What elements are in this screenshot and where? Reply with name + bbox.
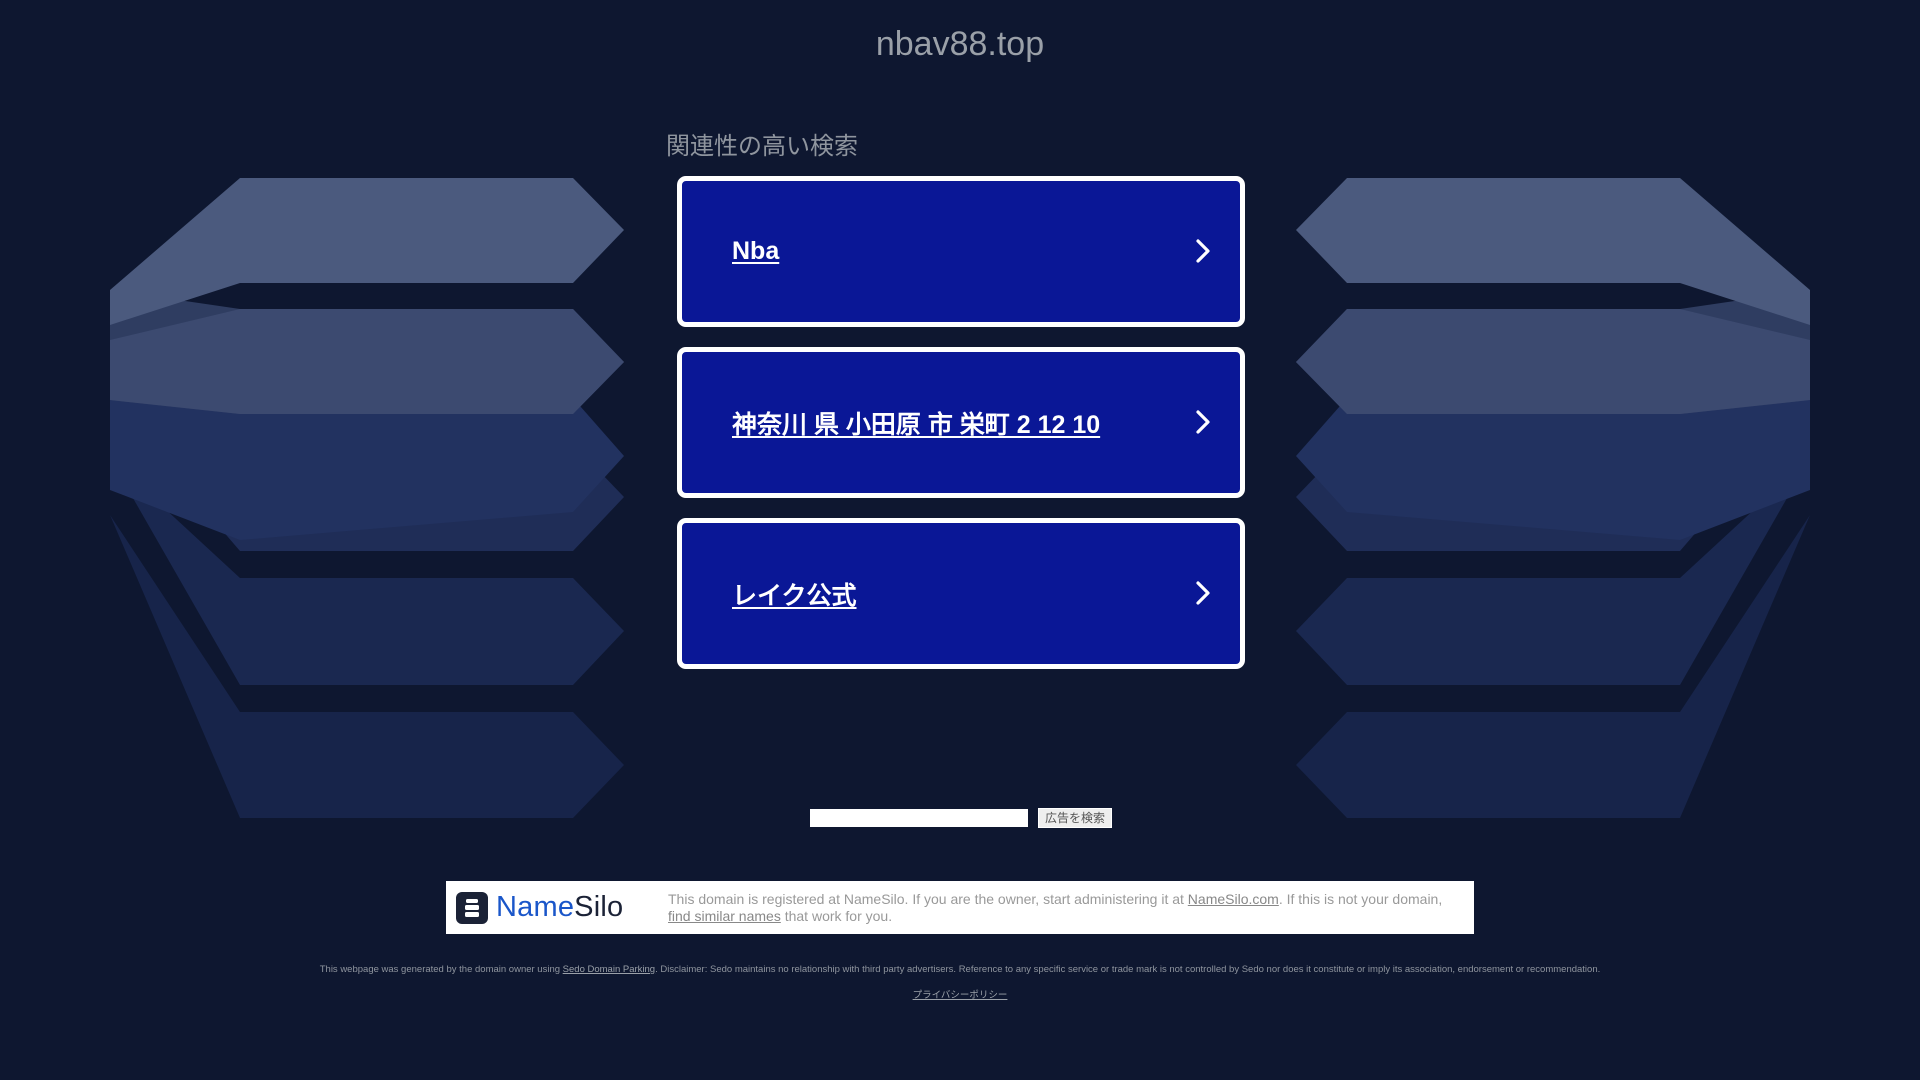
related-search-card-3[interactable]: レイク公式 [677, 518, 1245, 669]
namesilo-link[interactable]: NameSilo.com [1188, 891, 1279, 907]
ad-search-bar: 広告を検索 [810, 808, 1113, 828]
ad-search-button[interactable]: 広告を検索 [1038, 808, 1113, 828]
namesilo-logo[interactable]: NameSilo [456, 891, 656, 924]
namesilo-banner: NameSilo This domain is registered at Na… [446, 881, 1474, 934]
sedo-parking-link[interactable]: Sedo Domain Parking [563, 964, 655, 975]
left-decoration [110, 178, 624, 818]
related-searches-heading: 関連性の高い検索 [666, 133, 858, 160]
namesilo-logo-icon [456, 891, 488, 924]
namesilo-text-mid: . If this is not your domain, [1278, 890, 1443, 907]
related-search-link[interactable]: レイク公式 [732, 523, 857, 664]
disclaimer: This webpage was generated by the domain… [0, 964, 1920, 976]
logo-name-part: Name [496, 891, 575, 923]
related-search-link[interactable]: Nba [732, 181, 779, 322]
disclaimer-after: . Disclaimer: Sedo maintains no relation… [655, 964, 1601, 975]
related-search-list: Nba 神奈川 県 小田原 市 栄町 2 12 10 レイク公式 [677, 176, 1245, 689]
logo-silo-part: Silo [574, 891, 624, 923]
right-decoration [1296, 178, 1810, 818]
namesilo-message: This domain is registered at NameSilo. I… [668, 891, 1468, 925]
chevron-right-icon [1196, 410, 1210, 434]
privacy-policy-link[interactable]: プライバシーポリシー [913, 990, 1008, 1001]
namesilo-text-before: This domain is registered at NameSilo. I… [668, 890, 1188, 907]
namesilo-text-after: that work for you. [780, 907, 893, 924]
related-search-card-1[interactable]: Nba [677, 176, 1245, 327]
find-similar-names-link[interactable]: find similar names [668, 908, 781, 924]
related-search-card-2[interactable]: 神奈川 県 小田原 市 栄町 2 12 10 [677, 347, 1245, 498]
chevron-right-icon [1196, 581, 1210, 605]
ad-search-input[interactable] [810, 809, 1028, 827]
disclaimer-before: This webpage was generated by the domain… [319, 964, 563, 975]
privacy-section: プライバシーポリシー [0, 990, 1920, 1002]
related-search-link[interactable]: 神奈川 県 小田原 市 栄町 2 12 10 [732, 352, 1100, 493]
namesilo-logo-text: NameSilo [496, 891, 623, 924]
chevron-right-icon [1196, 239, 1210, 263]
domain-title: nbav88.top [875, 25, 1045, 63]
